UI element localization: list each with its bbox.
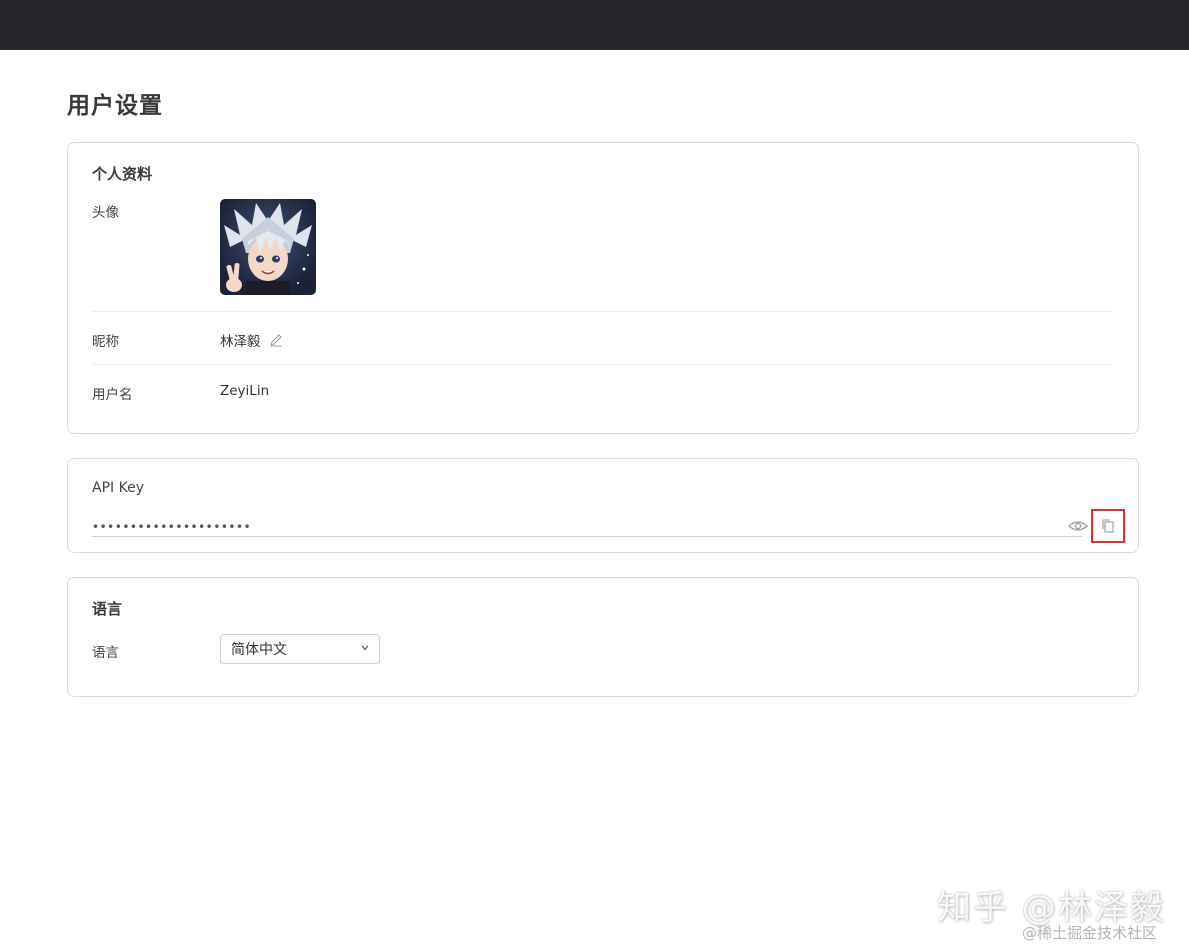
divider: [92, 364, 1112, 365]
language-section-title: 语言: [92, 600, 123, 618]
language-select[interactable]: 简体中文: [220, 634, 380, 664]
api-key-field[interactable]: •••••••••••••••••••••: [92, 511, 1082, 537]
avatar-image: [224, 203, 312, 295]
profile-section-title: 个人资料: [92, 165, 153, 183]
watermark-sub: @稀土掘金技术社区: [1022, 924, 1158, 942]
language-selected-value: 简体中文: [231, 642, 287, 658]
copy-icon: [1102, 519, 1114, 533]
api-key-masked-value: •••••••••••••••••••••: [92, 519, 252, 534]
page-title: 用户设置: [67, 93, 163, 119]
copy-button[interactable]: [1091, 509, 1125, 543]
nickname-label: 昵称: [92, 334, 119, 350]
eye-icon[interactable]: [1068, 517, 1088, 535]
chevron-down-icon: [361, 644, 369, 654]
avatar[interactable]: [220, 199, 316, 295]
api-key-section-title: API Key: [92, 480, 144, 496]
nickname-value: 林泽毅: [220, 334, 261, 350]
api-key-card: API Key •••••••••••••••••••••: [67, 458, 1139, 553]
pencil-icon[interactable]: [269, 333, 283, 347]
avatar-label: 头像: [92, 205, 119, 221]
language-card: 语言 语言 简体中文: [67, 577, 1139, 697]
profile-card: 个人资料 头像 昵称 林泽毅 用户名 ZeyiLin: [67, 142, 1139, 434]
nickname-row: 林泽毅: [220, 330, 283, 350]
top-bar: [0, 0, 1189, 50]
username-label: 用户名: [92, 387, 133, 403]
divider: [92, 311, 1112, 312]
language-label: 语言: [92, 645, 119, 661]
username-value: ZeyiLin: [220, 383, 270, 399]
